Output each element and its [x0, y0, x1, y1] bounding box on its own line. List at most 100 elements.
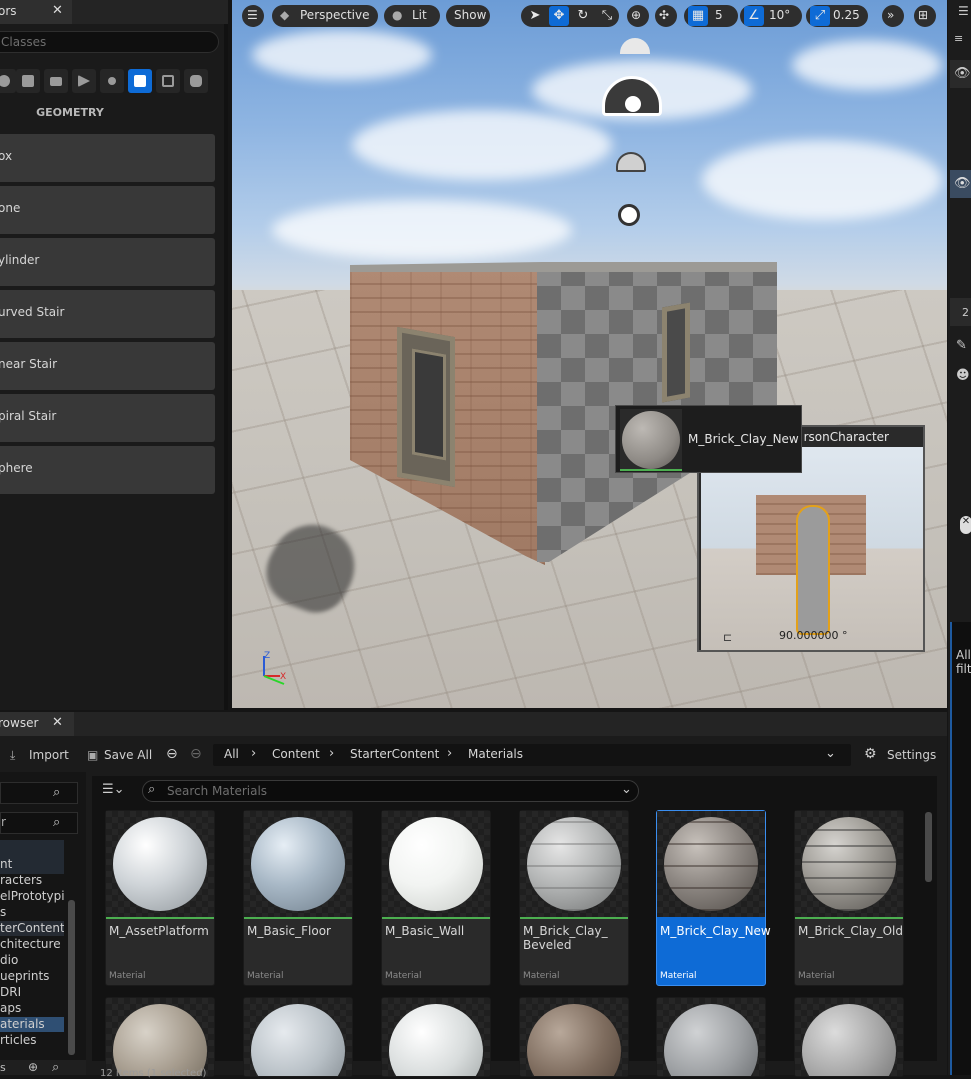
close-icon[interactable]: ✕ [52, 3, 63, 18]
shape-item-cone[interactable]: one [0, 186, 215, 234]
tree-item[interactable]: DRI [0, 985, 64, 1000]
world-local-toggle[interactable]: ⊕ [627, 5, 649, 27]
rotate-tool-icon[interactable]: ↻ [573, 6, 593, 26]
person-icon[interactable]: ☻ [956, 368, 970, 383]
panel-splitter[interactable] [224, 24, 228, 710]
add-icon[interactable]: ⊕ [28, 1060, 38, 1074]
favorites-search-input[interactable]: ⌕ [0, 782, 78, 804]
sky-atmosphere-icon[interactable] [620, 38, 650, 54]
particles-category-icon[interactable] [100, 69, 124, 93]
chevron-down-icon[interactable]: ⌄ [621, 782, 632, 797]
import-button[interactable]: Import [29, 748, 69, 762]
tree-item[interactable]: chitecture [0, 937, 64, 952]
search-icon[interactable]: ⌕ [52, 1060, 59, 1075]
window-mesh[interactable] [662, 302, 690, 403]
grid-snap-icon[interactable]: ▦ [688, 6, 708, 26]
list-icon[interactable]: ≡ [954, 32, 971, 48]
scale-snap-value[interactable]: 0.25 [833, 8, 860, 22]
all-classes-category-icon[interactable] [184, 69, 208, 93]
more-options-button[interactable]: » [882, 5, 904, 27]
tree-item[interactable]: aps [0, 1001, 64, 1016]
rotation-snap-icon[interactable]: ∠ [744, 6, 764, 26]
gear-icon[interactable]: ⚙ [864, 746, 877, 762]
eye-visibility-icon[interactable]: 👁 [954, 176, 971, 191]
forward-arrow-icon[interactable]: ⊖ [190, 746, 202, 762]
tree-item[interactable]: nt [0, 857, 64, 872]
tree-item-materials[interactable]: aterials [0, 1017, 64, 1032]
light-category-icon[interactable] [0, 69, 16, 93]
asset-tile[interactable] [243, 997, 353, 1077]
door-mesh[interactable] [397, 326, 455, 488]
cinematic-category-icon[interactable] [44, 69, 68, 93]
tree-item-startercontent[interactable]: terContent [0, 921, 64, 936]
visual-effects-category-icon[interactable] [72, 69, 96, 93]
content-browser-tab[interactable]: rowser ✕ [0, 712, 74, 736]
save-all-button[interactable]: Save All [104, 748, 152, 762]
breadcrumb-content[interactable]: Content [272, 747, 320, 761]
asset-tile[interactable]: M_Basic_Floor Material [243, 810, 353, 986]
filter-icon[interactable]: ☰⌄ [102, 782, 125, 797]
chevron-right-icon[interactable]: › [329, 746, 334, 761]
shape-item-spiral-stair[interactable]: piral Stair [0, 394, 215, 442]
rotation-snap-value[interactable]: 10° [769, 8, 790, 22]
tree-item[interactable]: dio [0, 953, 64, 968]
asset-tile[interactable]: M_AssetPlatform Material [105, 810, 215, 986]
perspective-button[interactable]: ◆ Perspective [272, 5, 378, 27]
exponential-height-fog-icon[interactable] [618, 204, 640, 226]
asset-tile[interactable] [794, 997, 904, 1077]
chevron-down-icon[interactable]: ⌄ [825, 746, 836, 761]
shape-item-box[interactable]: ox [0, 134, 215, 182]
scale-snap-icon[interactable]: ⤢ [810, 6, 830, 26]
shape-item-linear-stair[interactable]: near Stair [0, 342, 215, 390]
volumes-category-icon[interactable] [156, 69, 180, 93]
geometry-category-icon[interactable] [128, 69, 152, 93]
cube-category-icon[interactable] [16, 69, 40, 93]
asset-tile[interactable]: M_Brick_Clay_ Beveled Material [519, 810, 629, 986]
search-materials-input[interactable]: ⌕ Search Materials ⌄ [142, 780, 639, 802]
settings-button[interactable]: Settings [887, 748, 936, 762]
grid-snap-value[interactable]: 5 [715, 8, 723, 22]
asset-grid-scrollbar[interactable] [925, 812, 932, 882]
asset-tile[interactable]: M_Basic_Wall Material [381, 810, 491, 986]
breadcrumb-materials[interactable]: Materials [468, 747, 523, 761]
asset-tile[interactable]: M_Brick_Clay_Old Material [794, 810, 904, 986]
sky-light-icon[interactable] [616, 152, 646, 172]
shape-item-curved-stair[interactable]: urved Stair [0, 290, 215, 338]
tree-item[interactable]: elPrototypin [0, 889, 64, 904]
tree-item[interactable]: rticles [0, 1033, 64, 1048]
translate-tool-icon[interactable]: ✥ [549, 6, 569, 26]
lit-mode-button[interactable]: ● Lit [384, 5, 440, 27]
eye-visibility-icon[interactable]: 👁 [954, 66, 971, 81]
viewport-layout-button[interactable]: ⊞ [914, 5, 936, 27]
path-search-input[interactable]: r ⌕ [0, 812, 78, 834]
asset-tile[interactable] [519, 997, 629, 1077]
breadcrumb-all[interactable]: All [224, 747, 239, 761]
chevron-right-icon[interactable]: › [447, 746, 452, 761]
scale-tool-icon[interactable]: ⤡ [597, 6, 617, 26]
asset-tile[interactable] [656, 997, 766, 1077]
viewport-menu-button[interactable]: ☰ [242, 5, 264, 27]
shape-item-cylinder[interactable]: ylinder [0, 238, 215, 286]
tree-item[interactable]: ueprints [0, 969, 64, 984]
tree-item[interactable]: s [0, 905, 64, 920]
breadcrumb-startercontent[interactable]: StarterContent [350, 747, 439, 761]
level-viewport[interactable]: ☰ ◆ Perspective ● Lit Show ➤ ✥ ↻ ⤡ ⊕ ✣ ▦… [232, 0, 947, 708]
surface-snapping-toggle[interactable]: ✣ [655, 5, 677, 27]
asset-tile-selected[interactable]: M_Brick_Clay_New Material [656, 810, 771, 986]
pencil-icon[interactable]: ✎ [956, 338, 967, 353]
back-arrow-icon[interactable]: ⊖ [166, 746, 178, 762]
tree-scrollbar[interactable] [68, 900, 75, 1055]
select-tool-icon[interactable]: ➤ [525, 6, 545, 26]
close-icon[interactable]: ✕ [960, 516, 971, 534]
chevron-right-icon[interactable]: › [251, 746, 256, 761]
asset-tile[interactable] [105, 997, 215, 1077]
tree-item[interactable]: racters [0, 873, 64, 888]
asset-tile[interactable] [381, 997, 491, 1077]
classes-search-input[interactable]: Classes [0, 31, 219, 53]
third-person-character[interactable] [796, 505, 830, 635]
close-icon[interactable]: ✕ [52, 715, 63, 730]
menu-lines-icon[interactable]: ☰ [958, 4, 971, 20]
place-actors-tab[interactable]: ors ✕ [0, 0, 72, 24]
shape-item-sphere[interactable]: phere [0, 446, 215, 494]
show-button[interactable]: Show [446, 5, 490, 27]
